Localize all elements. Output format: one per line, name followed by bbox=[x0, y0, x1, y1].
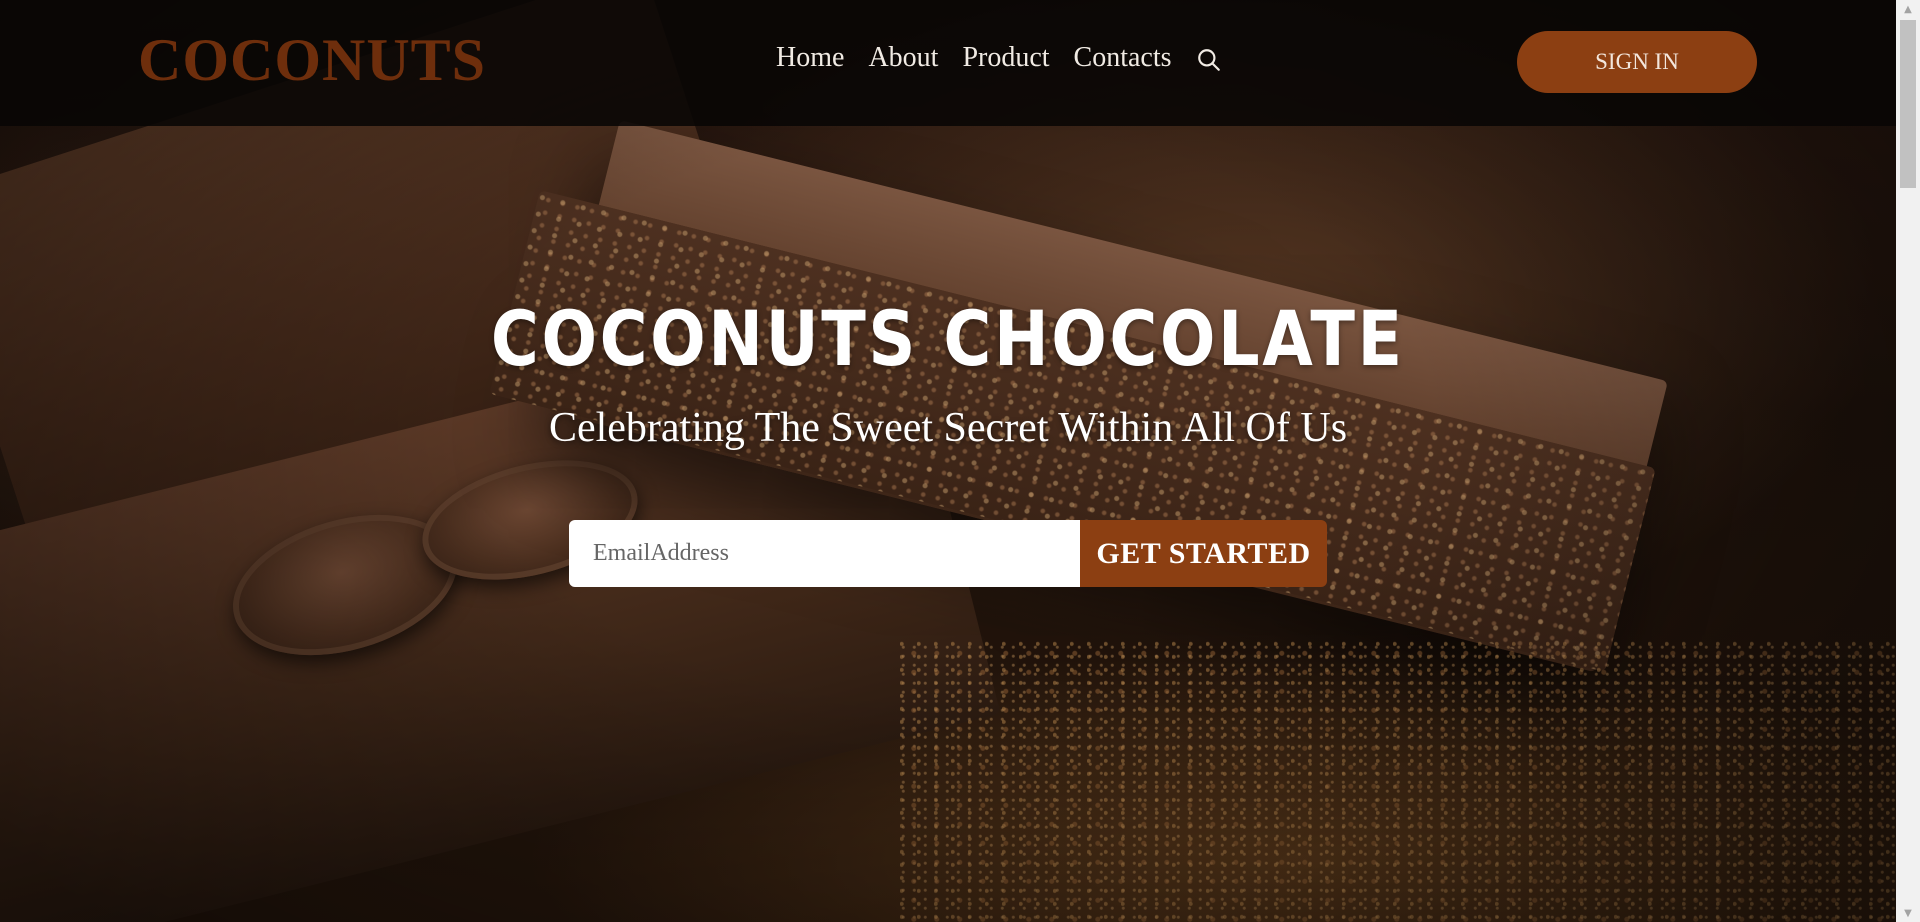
email-field[interactable] bbox=[569, 520, 1080, 587]
hero-background-image bbox=[0, 0, 1896, 922]
nav-link-home[interactable]: Home bbox=[776, 42, 844, 74]
vertical-scrollbar[interactable]: ▲ ▼ bbox=[1896, 0, 1920, 922]
nav-link-product[interactable]: Product bbox=[962, 42, 1049, 74]
nav-link-about[interactable]: About bbox=[868, 42, 938, 74]
scrollbar-thumb[interactable] bbox=[1900, 20, 1916, 188]
get-started-button[interactable]: GET STARTED bbox=[1080, 520, 1327, 587]
site-logo[interactable]: COCONUTS bbox=[138, 26, 486, 95]
site-header: COCONUTS Home About Product Contacts SIG… bbox=[0, 0, 1896, 126]
landing-page: COCONUTS Home About Product Contacts SIG… bbox=[0, 0, 1896, 922]
sign-in-button[interactable]: SIGN IN bbox=[1517, 31, 1757, 93]
hero-title: COCONUTS CHOCOLATE bbox=[490, 294, 1405, 383]
main-nav: Home About Product Contacts bbox=[776, 42, 1222, 74]
search-icon[interactable] bbox=[1196, 47, 1222, 73]
hero-subtitle: Celebrating The Sweet Secret Within All … bbox=[548, 405, 1348, 451]
nav-link-contacts[interactable]: Contacts bbox=[1074, 42, 1172, 74]
email-signup-form: GET STARTED bbox=[569, 520, 1327, 587]
vignette-overlay bbox=[0, 0, 1896, 922]
scroll-down-arrow-icon[interactable]: ▼ bbox=[1896, 904, 1920, 922]
scroll-up-arrow-icon[interactable]: ▲ bbox=[1896, 0, 1920, 18]
